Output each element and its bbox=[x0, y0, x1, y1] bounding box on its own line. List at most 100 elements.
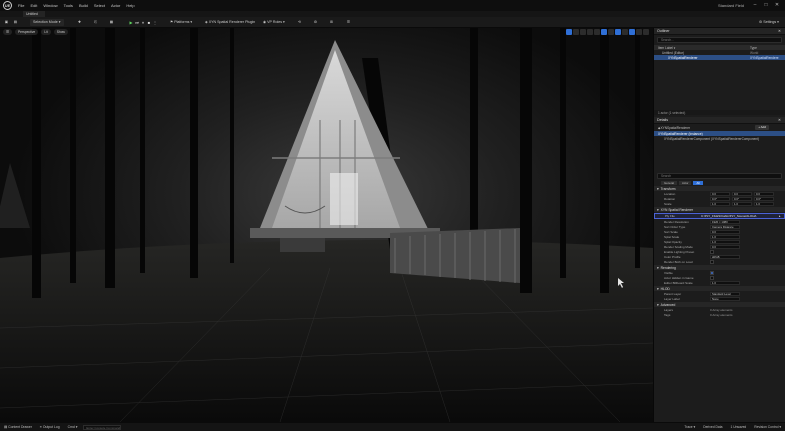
selection-mode-dropdown[interactable]: Selection Mode ▾ bbox=[30, 19, 64, 26]
console-command-input[interactable]: Enter Console Command bbox=[83, 424, 122, 430]
details-tab[interactable]: Details ✕ bbox=[654, 117, 785, 124]
rotation-size-icon[interactable] bbox=[622, 29, 628, 35]
extra-icon[interactable]: ☰ bbox=[345, 19, 352, 26]
ply-path-row: Ply File C:/PLY_FILES/Cabin/PLY_Scene/AL… bbox=[654, 212, 785, 219]
scale-snap-icon[interactable] bbox=[629, 29, 635, 35]
close-icon[interactable]: ✕ bbox=[773, 2, 781, 8]
prop-label: Actor Hidden in Game bbox=[664, 275, 694, 280]
xyn-plugin-button[interactable]: ◈ XYN Spatial Renderer Plugin bbox=[205, 19, 255, 26]
menu-actor[interactable]: Actor bbox=[111, 3, 120, 8]
prop-value[interactable]: 0.0 bbox=[710, 244, 740, 249]
play-options-icon[interactable]: ⋮ bbox=[152, 19, 158, 26]
menu-tools[interactable]: Tools bbox=[64, 3, 73, 8]
level-viewport[interactable]: ☰ Perspective Lit Show bbox=[0, 28, 653, 422]
save-icon[interactable]: ▣ bbox=[3, 19, 10, 26]
type-header[interactable]: Type bbox=[750, 46, 757, 50]
color-profile-dropdown[interactable]: sRGB bbox=[710, 254, 740, 259]
trace-button[interactable]: Trace ▾ bbox=[684, 425, 695, 429]
rotation-z[interactable]: 0.0° bbox=[754, 196, 774, 201]
compile-icon[interactable]: ⚙ bbox=[312, 19, 319, 26]
main-toolbar: ▣ ▤ Selection Mode ▾ ✚ ⎘ ▦ ▶ ⏭ ⏸ ■ ⋮ ⚑ P… bbox=[0, 17, 785, 28]
prop-value[interactable]: 1.0 bbox=[710, 234, 740, 239]
grid-snap-icon[interactable] bbox=[601, 29, 607, 35]
blueprint-icon[interactable]: ⎘ bbox=[92, 19, 99, 26]
cinematics-icon[interactable]: ▦ bbox=[108, 19, 115, 26]
location-z[interactable]: 0.0 bbox=[754, 191, 774, 196]
perspective-button[interactable]: Perspective bbox=[14, 29, 39, 35]
outliner-row-xyn[interactable]: XYNSpatialRenderer XYNSpatialRendere bbox=[654, 55, 785, 60]
prop-value[interactable]: 1.0 bbox=[710, 280, 740, 285]
close-details-icon[interactable]: ✕ bbox=[778, 118, 781, 122]
close-outliner-icon[interactable]: ✕ bbox=[778, 29, 781, 33]
outliner-search-input[interactable]: Search... bbox=[657, 37, 782, 43]
maximize-icon[interactable]: □ bbox=[762, 2, 770, 8]
cmd-dropdown[interactable]: Cmd ▾ bbox=[68, 425, 78, 429]
hidden-in-game-checkbox[interactable] bbox=[710, 275, 714, 280]
location-x[interactable]: 0.0 bbox=[710, 191, 730, 196]
scale-tool-icon[interactable] bbox=[580, 29, 586, 35]
scale-x[interactable]: 1.0 bbox=[710, 201, 730, 206]
filter-general[interactable]: General bbox=[661, 181, 677, 185]
revision-control-button[interactable]: Revision Control ▾ bbox=[754, 425, 781, 429]
menu-edit[interactable]: Edit bbox=[30, 3, 37, 8]
menu-help[interactable]: Help bbox=[126, 3, 134, 8]
prop-value[interactable]: 1.0 bbox=[710, 239, 740, 244]
outliner-empty-area bbox=[654, 60, 785, 110]
details-search-input[interactable]: Search bbox=[657, 173, 782, 179]
output-log-button[interactable]: ≡ Output Log bbox=[40, 425, 60, 429]
outliner-tab[interactable]: Outliner ✕ bbox=[654, 28, 785, 35]
minimize-icon[interactable]: – bbox=[751, 2, 759, 8]
prop-value[interactable]: Standard Level bbox=[710, 291, 740, 296]
world-local-icon[interactable] bbox=[587, 29, 593, 35]
menu-file[interactable]: File bbox=[18, 3, 24, 8]
translate-tool-icon[interactable] bbox=[566, 29, 572, 35]
scale-z[interactable]: 1.0 bbox=[754, 201, 774, 206]
maximize-viewport-icon[interactable] bbox=[643, 29, 649, 35]
rotation-y[interactable]: 0.0° bbox=[732, 196, 752, 201]
add-component-button[interactable]: + Add bbox=[755, 125, 769, 130]
scale-y[interactable]: 1.0 bbox=[732, 201, 752, 206]
prop-dropdown[interactable]: None bbox=[710, 296, 740, 301]
lighting-preset-checkbox[interactable] bbox=[710, 249, 714, 254]
browse-folder-icon[interactable]: ▸ bbox=[779, 214, 781, 218]
rotation-x[interactable]: 0.0° bbox=[710, 196, 730, 201]
viewport-menu-button[interactable]: ☰ bbox=[3, 29, 12, 35]
content-drawer-button[interactable]: ▤ Content Drawer bbox=[4, 425, 32, 429]
actor-name[interactable]: XYNSpatialRenderer bbox=[660, 126, 690, 130]
rotation-label[interactable]: Rotation bbox=[664, 197, 675, 201]
show-button[interactable]: Show bbox=[53, 29, 68, 35]
platforms-button[interactable]: ⚑ Platforms ▾ bbox=[170, 19, 192, 26]
component-child-row[interactable]: XYNSpatialRendererComponent (XYNSpatialR… bbox=[654, 136, 785, 141]
modes-icon[interactable]: ⊞ bbox=[328, 19, 335, 26]
ply-path-field[interactable]: Ply File C:/PLY_FILES/Cabin/PLY_Scene/AL… bbox=[654, 212, 785, 219]
rotate-tool-icon[interactable] bbox=[573, 29, 579, 35]
source-control-icon[interactable]: ⟲ bbox=[296, 19, 303, 26]
filter-actor[interactable]: Actor bbox=[678, 181, 692, 185]
surface-snap-icon[interactable] bbox=[594, 29, 600, 35]
menu-select[interactable]: Select bbox=[94, 3, 105, 8]
prop-value[interactable]: 0.0 bbox=[710, 229, 740, 234]
visible-checkbox[interactable] bbox=[710, 270, 714, 275]
location-y[interactable]: 0.0 bbox=[732, 191, 752, 196]
filter-all[interactable]: All bbox=[693, 181, 703, 185]
scale-label[interactable]: Scale bbox=[664, 202, 672, 206]
render-both-checkbox[interactable] bbox=[710, 259, 714, 264]
prop-label: Parent Layer bbox=[664, 291, 682, 296]
unsaved-button[interactable]: 1 Unsaved bbox=[730, 425, 746, 429]
prop-value[interactable]: 1920 × 1080 bbox=[710, 219, 740, 224]
grid-size-icon[interactable] bbox=[608, 29, 614, 35]
derived-data-button[interactable]: Derived Data bbox=[703, 425, 722, 429]
vp-roles-button[interactable]: ◉ VP Roles ▾ bbox=[263, 19, 285, 26]
add-actor-icon[interactable]: ✚ bbox=[76, 19, 83, 26]
menu-build[interactable]: Build bbox=[79, 3, 88, 8]
location-label[interactable]: Location bbox=[664, 192, 675, 196]
lit-button[interactable]: Lit bbox=[41, 29, 51, 35]
item-label-header[interactable]: Item Label ▾ bbox=[658, 46, 675, 50]
rotation-snap-icon[interactable] bbox=[615, 29, 621, 35]
prop-dropdown[interactable]: Camera Distance bbox=[710, 224, 740, 229]
camera-speed-icon[interactable] bbox=[636, 29, 642, 35]
content-icon[interactable]: ▤ bbox=[12, 19, 19, 26]
unreal-logo-icon[interactable]: UE bbox=[3, 1, 12, 10]
settings-button[interactable]: ⚙ Settings ▾ bbox=[759, 19, 779, 26]
menu-window[interactable]: Window bbox=[43, 3, 57, 8]
